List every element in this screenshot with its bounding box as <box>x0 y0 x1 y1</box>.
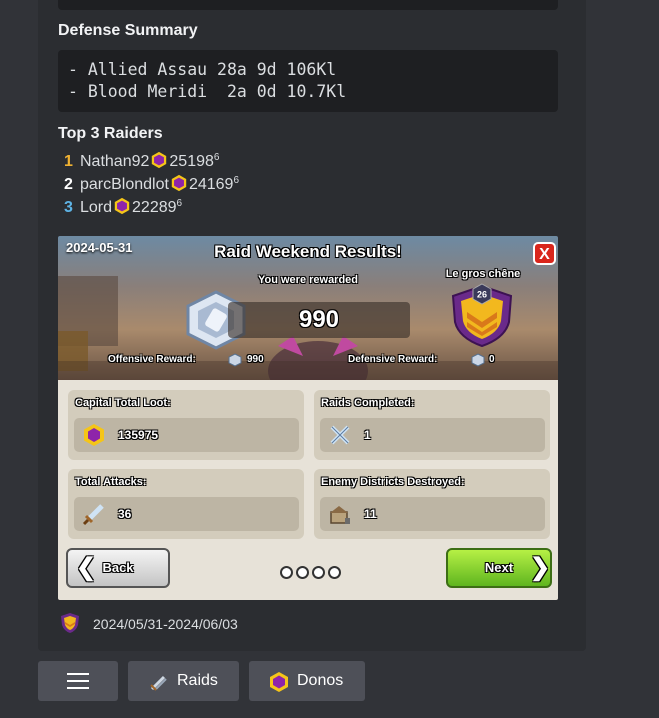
clan-badge-icon: 26 <box>451 283 513 348</box>
raider-value: 25198 <box>169 153 214 170</box>
reward-value: 990 <box>298 306 340 333</box>
raider-rank: 3 <box>64 199 73 216</box>
raider-value: 22289 <box>132 199 177 216</box>
stat-value-box: 1 <box>320 418 545 452</box>
stat-card-capital-loot: Capital Total Loot: 135975 <box>68 390 304 460</box>
crossed-swords-icon <box>150 675 167 691</box>
stat-value: 11 <box>364 507 377 521</box>
raider-superscript: 6 <box>233 175 240 186</box>
raid-results-image[interactable]: 2024-05-31 Raid Weekend Results! X You w… <box>58 236 558 600</box>
defensive-reward-value: 0 <box>489 354 495 365</box>
sword-icon <box>82 504 104 526</box>
stat-value: 36 <box>118 507 132 521</box>
raider-name: parcBlondlot <box>80 176 169 193</box>
defense-line: - Blood Meridi 2a 0d 10.7Kl <box>68 82 347 101</box>
crossed-swords-icon <box>330 425 350 445</box>
raids-button[interactable]: Raids <box>128 661 239 701</box>
back-button[interactable]: ❮ Back <box>66 548 170 588</box>
defense-summary-title: Defense Summary <box>58 22 198 39</box>
chevron-right-icon: ❯ <box>530 554 551 581</box>
page-dot[interactable] <box>280 566 293 579</box>
defense-summary-codeblock: - Allied Assau 28a 9d 106Kl - Blood Merid… <box>58 50 558 112</box>
destroyed-building-icon <box>330 506 350 524</box>
capital-gold-icon <box>84 424 104 446</box>
stat-value: 135975 <box>118 428 159 442</box>
stat-card-total-attacks: Total Attacks: 36 <box>68 469 304 539</box>
page-dot[interactable] <box>312 566 325 579</box>
donos-button-label: Donos <box>297 672 344 689</box>
hamburger-icon <box>67 673 89 689</box>
stat-value-box: 135975 <box>74 418 299 452</box>
stat-label: Capital Total Loot: <box>75 397 171 409</box>
capital-gold-icon <box>152 151 167 169</box>
defensive-reward-label: Defensive Reward: <box>348 354 438 365</box>
back-button-label: Back <box>102 560 134 575</box>
code-block-tail <box>58 0 558 10</box>
stat-label: Enemy Districts Destroyed: <box>321 476 465 488</box>
offensive-reward-label: Offensive Reward: <box>108 354 196 365</box>
capital-gold-icon <box>270 672 288 692</box>
page-dot[interactable] <box>328 566 341 579</box>
raider-superscript: 6 <box>176 198 183 209</box>
capital-gold-icon <box>114 197 130 215</box>
clan-level: 26 <box>477 290 487 300</box>
stat-card-raids-completed: Raids Completed: 1 <box>314 390 550 460</box>
raider-name: Lord <box>80 199 113 216</box>
raider-superscript: 6 <box>213 152 220 163</box>
stat-value-box: 11 <box>320 497 545 531</box>
footer-date-range: 2024/05/31-2024/06/03 <box>93 616 238 632</box>
next-button[interactable]: Next ❯ <box>446 548 552 588</box>
close-button[interactable]: X <box>533 242 556 265</box>
raider-row: 3 Lord 222896 <box>64 193 183 216</box>
stat-value-box: 36 <box>74 497 299 531</box>
top-raiders-title: Top 3 Raiders <box>58 125 163 142</box>
capital-gold-icon <box>171 174 187 192</box>
stat-label: Raids Completed: <box>321 397 415 409</box>
raider-row: 2 parcBlondlot 241696 <box>64 170 240 193</box>
donos-button[interactable]: Donos <box>249 661 365 701</box>
raid-medal-small-icon <box>471 353 485 367</box>
defense-line: - Allied Assau 28a 9d 106Kl <box>68 60 337 79</box>
raids-button-label: Raids <box>177 672 218 689</box>
stat-card-districts-destroyed: Enemy Districts Destroyed: 11 <box>314 469 550 539</box>
stat-value: 1 <box>364 428 371 442</box>
menu-button[interactable] <box>38 661 118 701</box>
offensive-reward-value: 990 <box>247 354 264 365</box>
stat-label: Total Attacks: <box>75 476 147 488</box>
raid-banner: 2024-05-31 Raid Weekend Results! X You w… <box>58 236 558 380</box>
page-dot[interactable] <box>296 566 309 579</box>
raid-title: Raid Weekend Results! <box>214 242 402 261</box>
raider-value: 24169 <box>188 176 234 193</box>
clan-name: Le gros chêne <box>445 268 521 280</box>
raider-row: 1 Nathan92 251986 <box>64 147 220 170</box>
raid-medal-small-icon <box>228 353 242 367</box>
clan-badge-small-icon <box>61 613 79 633</box>
raider-name: Nathan92 <box>80 153 150 170</box>
